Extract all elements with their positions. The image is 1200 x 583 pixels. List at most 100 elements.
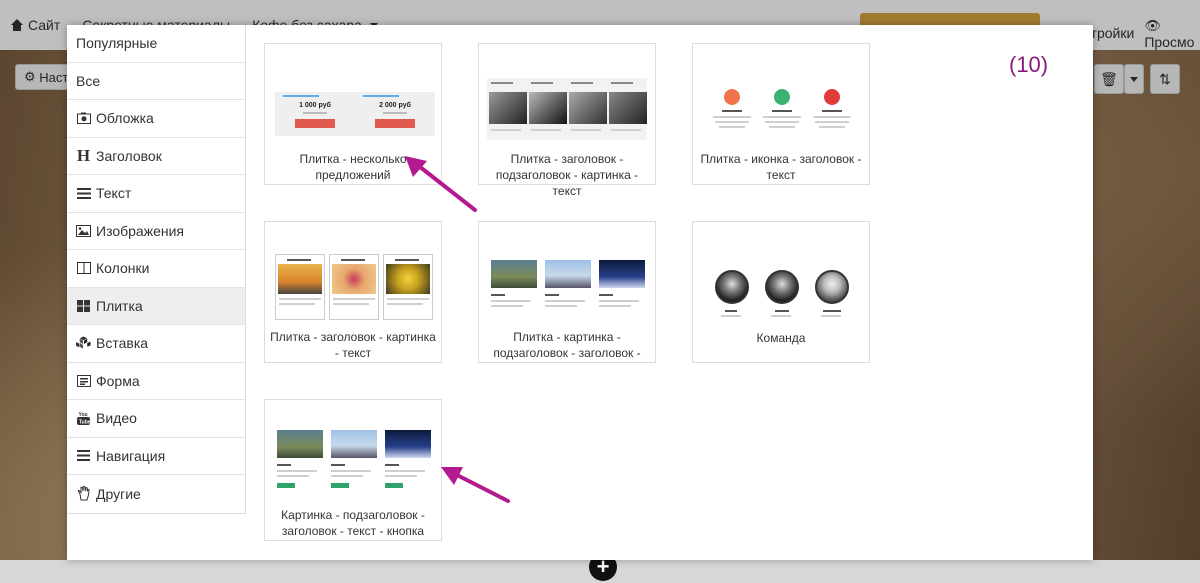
annotation-arrow [405,156,477,212]
form-icon [76,374,91,387]
text-line [771,315,791,317]
sidebar-item-popular[interactable]: Популярные [67,25,245,63]
block-card-heading-subheading-image-text[interactable]: Плитка - заголовок - подзаголовок - карт… [478,43,656,198]
city-photo [491,260,537,288]
columns-icon [76,262,91,275]
text-line [721,315,741,317]
sidebar-item-label: Видео [96,410,137,427]
price-subtitle-bar [303,112,327,114]
block-picker-modal: Популярные Все Обложка H Заголовок Текст… [67,25,1093,560]
green-circle-icon [774,89,790,105]
sidebar-item-tiles[interactable]: Плитка [67,287,245,325]
text-line [287,259,311,261]
block-card-image-subheading-heading[interactable]: Плитка - картинка - подзаголовок - загол… [478,221,656,363]
text-line [599,300,639,302]
card-thumbnail [485,230,649,320]
sidebar-item-heading[interactable]: H Заголовок [67,138,245,175]
text-line [331,475,363,477]
price-value: 1 000 руб [299,102,331,109]
text-line [491,305,523,307]
sidebar-item-label: Текст [96,185,132,202]
text-line [815,121,849,123]
text-line [763,116,801,118]
sidebar-item-form[interactable]: Форма [67,363,245,400]
text-line [491,82,513,84]
block-card-icon-heading-text[interactable]: Плитка - иконка - заголовок - текст [692,43,870,185]
text-line [531,129,561,131]
sidebar-item-label: Все [76,72,101,89]
text-line [331,464,345,466]
thumbnail-button [277,483,295,488]
card-thumbnail [271,230,435,320]
card-label: Картинка - подзаголовок - заголовок - те… [281,508,425,538]
eiffel-photo [545,260,591,288]
text-line [277,464,291,466]
text-line [385,464,399,466]
card-label: Плитка - заголовок - картинка - текст [270,330,436,360]
team-member-photo [765,270,799,304]
text-line [545,305,577,307]
block-card-team[interactable]: Команда [692,221,870,363]
text-line [331,470,371,472]
sidebar-item-text[interactable]: Текст [67,175,245,213]
opera-photo [385,430,431,458]
card-thumbnail: 1 000 руб 2 000 руб [271,52,435,142]
sidebar-item-images[interactable]: Изображения [67,213,245,250]
text-line [545,300,585,302]
text-line [822,110,842,112]
sidebar-item-label: Плитка [96,297,143,314]
text-line [385,470,425,472]
price-subtitle-bar [383,112,407,114]
flower-photo [386,264,430,294]
text-line [715,121,749,123]
sidebar-item-embed[interactable]: Вставка [67,325,245,363]
category-sidebar: Популярные Все Обложка H Заголовок Текст… [67,25,246,514]
svg-text:You: You [79,412,88,418]
sidebar-item-navigation[interactable]: Навигация [67,438,245,475]
sidebar-item-other[interactable]: Другие [67,475,245,513]
camera-icon [76,112,91,125]
text-line [277,475,309,477]
price-tile: 1 000 руб [275,92,355,136]
card-label: Команда [756,331,806,345]
price-value: 2 000 руб [379,102,411,109]
sidebar-item-label: Вставка [96,335,149,352]
sidebar-item-label: Другие [96,485,141,502]
card-thumbnail [271,408,435,498]
text-line [772,110,792,112]
sidebar-item-label: Колонки [96,260,150,277]
text-line [571,82,593,84]
text-line [491,294,505,296]
text-line [341,259,365,261]
hand-icon [76,486,91,501]
portrait-photo [529,92,567,124]
sidebar-item-label: Изображения [96,222,184,239]
portrait-photo [569,92,607,124]
block-card-image-subheading-heading-text-button[interactable]: Картинка - подзаголовок - заголовок - те… [264,399,442,541]
sidebar-item-cover[interactable]: Обложка [67,100,245,138]
team-member-photo [815,270,849,304]
svg-text:Tube: Tube [79,420,90,426]
portrait-photo [489,92,527,124]
text-line [491,300,531,302]
selection-counter: (10) [1009,52,1049,77]
sidebar-item-columns[interactable]: Колонки [67,250,245,288]
heading-icon: H [76,145,91,165]
text-line [395,259,419,261]
opera-photo [599,260,645,288]
card-thumbnail [699,52,863,142]
card-thumbnail [699,230,863,320]
price-title-bar [363,95,399,97]
block-card-heading-image-text[interactable]: Плитка - заголовок - картинка - текст [264,221,442,363]
text-line [333,298,375,300]
tiles-icon [76,299,91,312]
text-line [599,294,613,296]
text-line [333,303,369,305]
red-circle-icon [824,89,840,105]
text-line [387,298,429,300]
sidebar-item-all[interactable]: Все [67,63,245,100]
card-label: Плитка - иконка - заголовок - текст [700,152,862,182]
price-button [295,119,335,128]
portrait-photo [609,92,647,124]
sidebar-item-video[interactable]: You Tube Видео [67,400,245,438]
